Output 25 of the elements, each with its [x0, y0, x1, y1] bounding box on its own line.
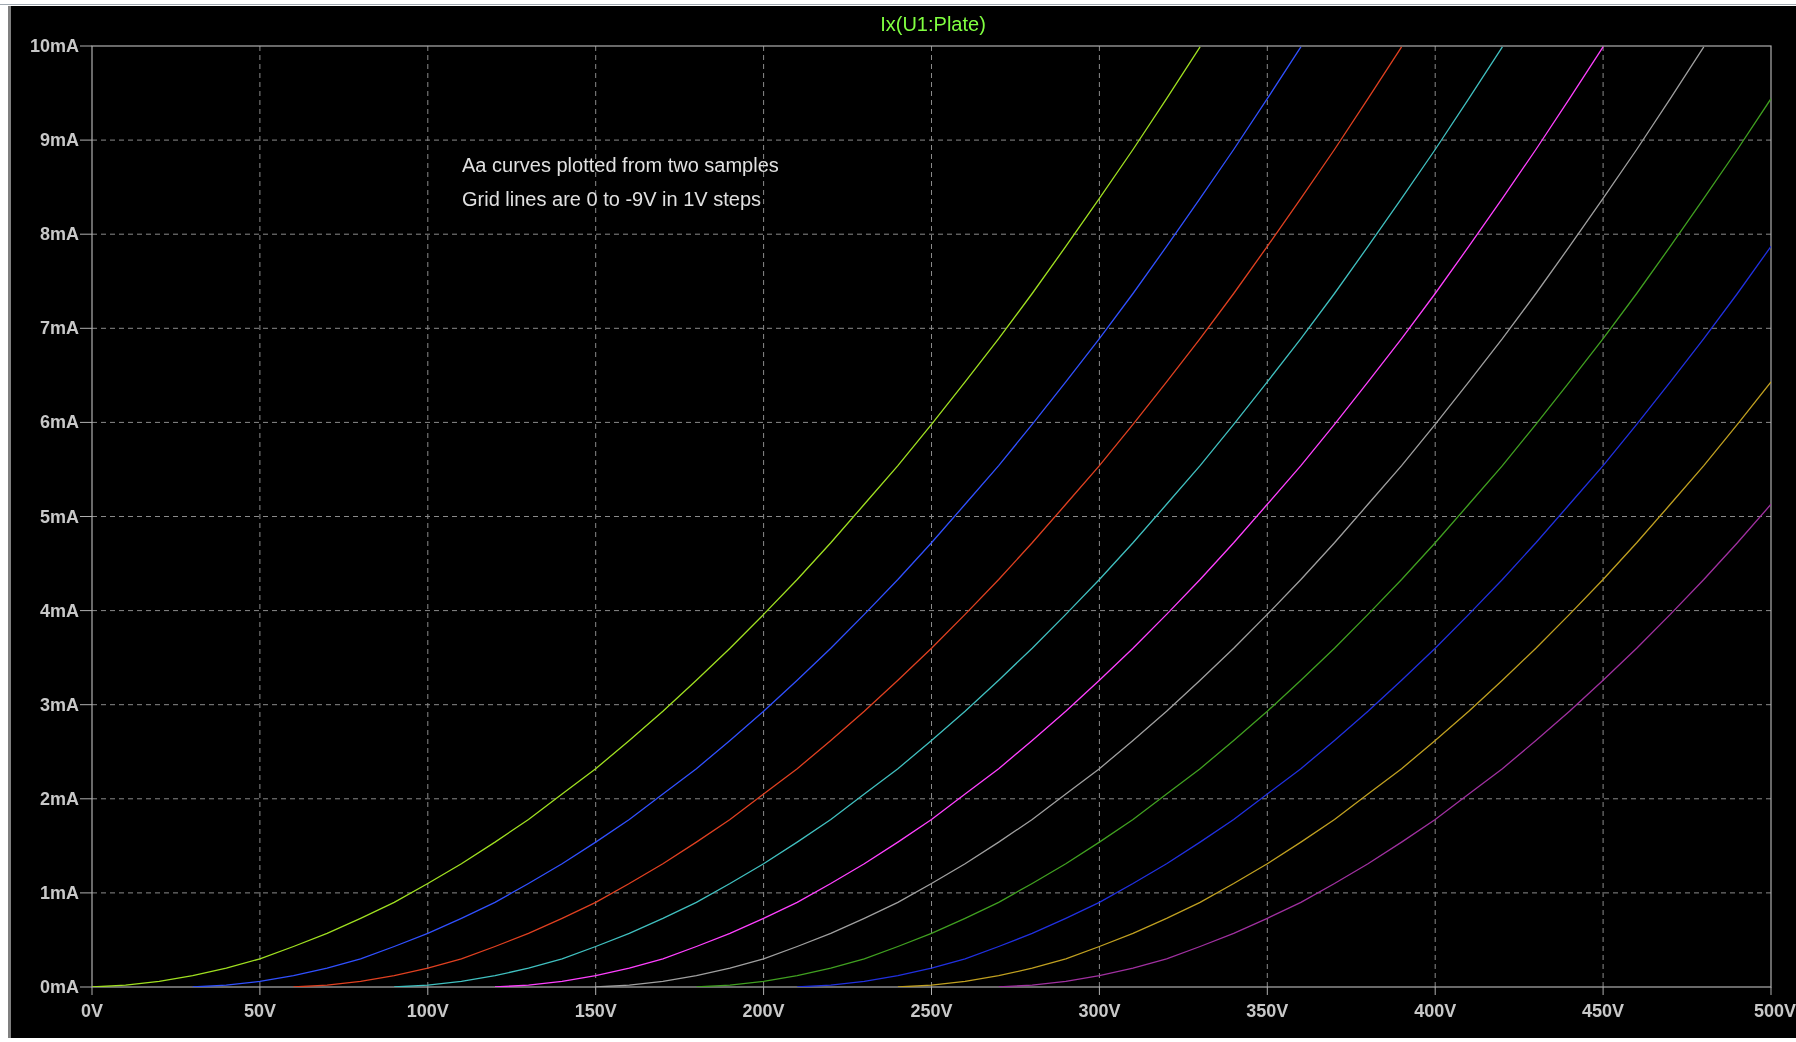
x-axis-label: 100V: [406, 1001, 449, 1021]
x-axis-label: 500V: [1753, 1001, 1796, 1021]
y-axis-label: 10mA: [29, 36, 79, 56]
y-axis-label: 3mA: [40, 694, 79, 715]
y-axis-label: 6mA: [40, 412, 79, 433]
y-axis-label: 1mA: [40, 882, 79, 903]
y-axis-label: 8mA: [40, 224, 79, 245]
y-axis-label: 0mA: [40, 977, 79, 997]
annotation-text: Grid lines are 0 to -9V in 1V steps: [462, 188, 762, 210]
y-axis-label: 9mA: [40, 130, 79, 151]
x-axis-label: 200V: [742, 1001, 785, 1021]
x-axis-label: 450V: [1582, 1001, 1625, 1021]
trace-title: Ix(U1:Plate): [880, 13, 986, 35]
x-axis-label: 50V: [243, 1001, 276, 1021]
y-axis-label: 5mA: [40, 506, 79, 527]
y-axis-label: 4mA: [40, 600, 79, 621]
x-axis-label: 350V: [1246, 1001, 1289, 1021]
x-axis-label: 250V: [910, 1001, 953, 1021]
x-axis-label: 400V: [1414, 1001, 1457, 1021]
x-axis-label: 150V: [574, 1001, 617, 1021]
y-axis-label: 7mA: [40, 318, 79, 339]
x-axis-label: 300V: [1078, 1001, 1121, 1021]
y-axis-label: 2mA: [40, 788, 79, 809]
x-axis-label: 0V: [81, 1001, 103, 1021]
annotation-text: Aa curves plotted from two samples: [462, 154, 779, 176]
